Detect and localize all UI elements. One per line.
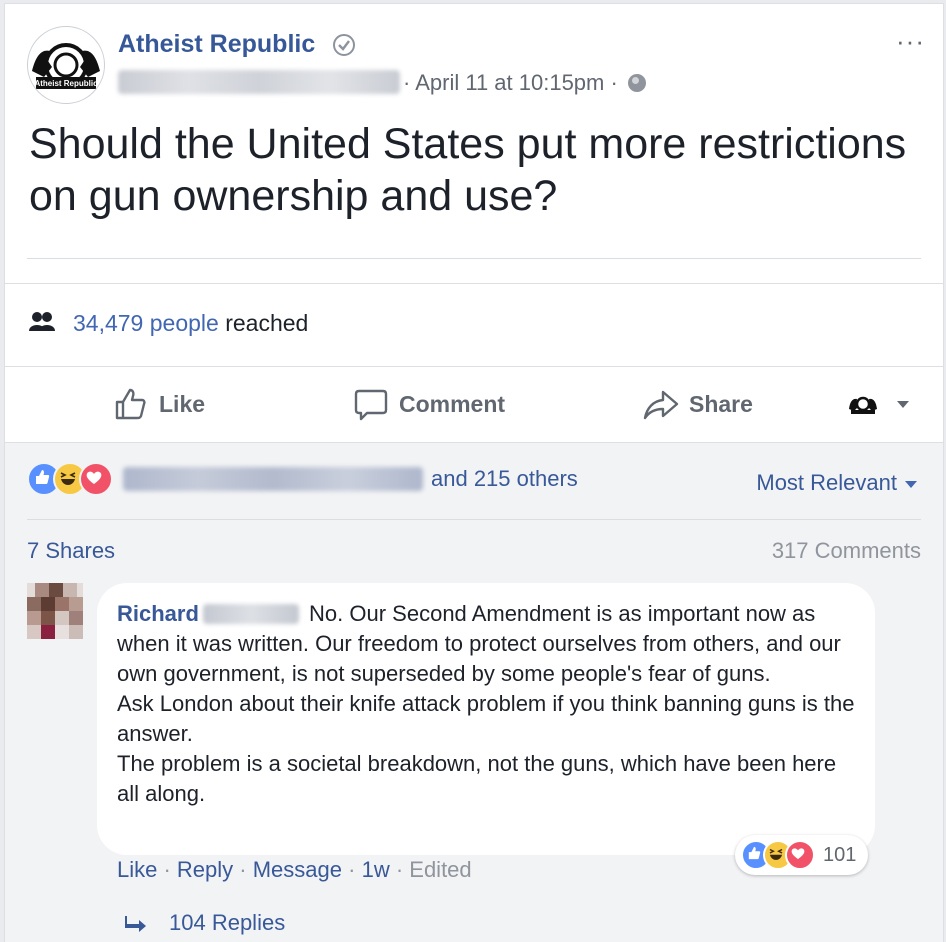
post-header: Atheist Republic Atheist Republic · Apri… <box>5 4 943 284</box>
divider <box>27 258 921 259</box>
reach-text: 34,479 people reached <box>73 310 308 337</box>
reactions-others-link[interactable]: and 215 others <box>431 466 578 492</box>
pixelated-avatar <box>27 583 83 639</box>
post-actions: Like Comment Share <box>5 366 943 442</box>
comment-message-link[interactable]: Message <box>253 857 342 882</box>
reactions-comments-area: and 215 others Most Relevant 7 Shares 31… <box>5 442 943 942</box>
shares-count-link[interactable]: 7 Shares <box>27 538 115 564</box>
comment-reaction-count: 101 <box>823 843 857 866</box>
comment-reactions-badge[interactable]: 101 <box>735 835 869 875</box>
reactions-summary[interactable]: and 215 others <box>27 462 578 496</box>
reply-arrow-icon <box>125 916 146 932</box>
like-button[interactable]: Like <box>113 386 205 422</box>
chevron-down-icon <box>905 480 917 488</box>
post-date[interactable]: · April 11 at 10:15pm · <box>403 70 618 95</box>
comment-line-2: Ask London about their knife attack prob… <box>117 691 855 746</box>
page-name[interactable]: Atheist Republic <box>118 30 315 59</box>
like-icon <box>115 388 146 420</box>
people-icon <box>29 312 55 331</box>
comment-text: Richard No. Our Second Amendment is as i… <box>117 599 857 809</box>
commenter-avatar[interactable] <box>27 583 83 639</box>
verified-icon <box>333 34 355 56</box>
comment-edited-label[interactable]: Edited <box>409 857 471 882</box>
atheist-republic-logo: Atheist Republic <box>32 43 100 89</box>
love-reaction-icon <box>79 462 113 496</box>
svg-text:Atheist Republic: Atheist Republic <box>34 79 98 88</box>
page-avatar[interactable]: Atheist Republic <box>27 26 105 104</box>
chevron-down-icon <box>897 400 909 408</box>
replies-count: 104 Replies <box>169 910 286 935</box>
comment-author[interactable]: Richard <box>117 601 199 626</box>
comment-reply-link[interactable]: Reply <box>177 857 233 882</box>
share-label: Share <box>689 390 753 417</box>
comment-label: Comment <box>399 390 506 417</box>
comment-bubble: Richard No. Our Second Amendment is as i… <box>97 583 875 855</box>
reach-bar: 34,479 people reached <box>5 283 943 367</box>
sort-dropdown[interactable]: Most Relevant <box>756 470 917 496</box>
comment-line-3: The problem is a societal breakdown, not… <box>117 751 837 806</box>
author-surname-redacted <box>202 604 299 624</box>
post-text: Should the United States put more restri… <box>29 120 907 220</box>
comment-like-link[interactable]: Like <box>117 857 157 882</box>
sort-label: Most Relevant <box>756 470 897 495</box>
divider <box>27 519 921 520</box>
love-reaction-icon <box>785 840 815 870</box>
post-meta: · April 11 at 10:15pm · <box>403 70 646 96</box>
reach-count-link[interactable]: 34,479 people <box>73 310 219 336</box>
comment-icon <box>354 389 388 421</box>
share-button[interactable]: Share <box>643 386 753 422</box>
post-as-selector[interactable] <box>847 386 909 422</box>
page-logo-icon <box>849 396 877 414</box>
post-card: Atheist Republic Atheist Republic · Apri… <box>4 3 944 942</box>
globe-icon[interactable] <box>627 74 646 92</box>
share-icon <box>643 390 679 420</box>
comment-actions: Like · Reply · Message · 1w · Edited <box>117 857 472 882</box>
more-options-button[interactable]: ··· <box>896 26 925 57</box>
comment-time-link[interactable]: 1w <box>362 857 390 882</box>
publisher-name-redacted <box>118 70 400 94</box>
reach-suffix: reached <box>218 310 309 336</box>
comment-button[interactable]: Comment <box>353 386 505 422</box>
reactor-names-redacted <box>123 467 423 491</box>
view-replies-link[interactable]: 104 Replies <box>125 910 285 936</box>
like-label: Like <box>159 390 206 417</box>
comments-count-link[interactable]: 317 Comments <box>772 538 921 564</box>
